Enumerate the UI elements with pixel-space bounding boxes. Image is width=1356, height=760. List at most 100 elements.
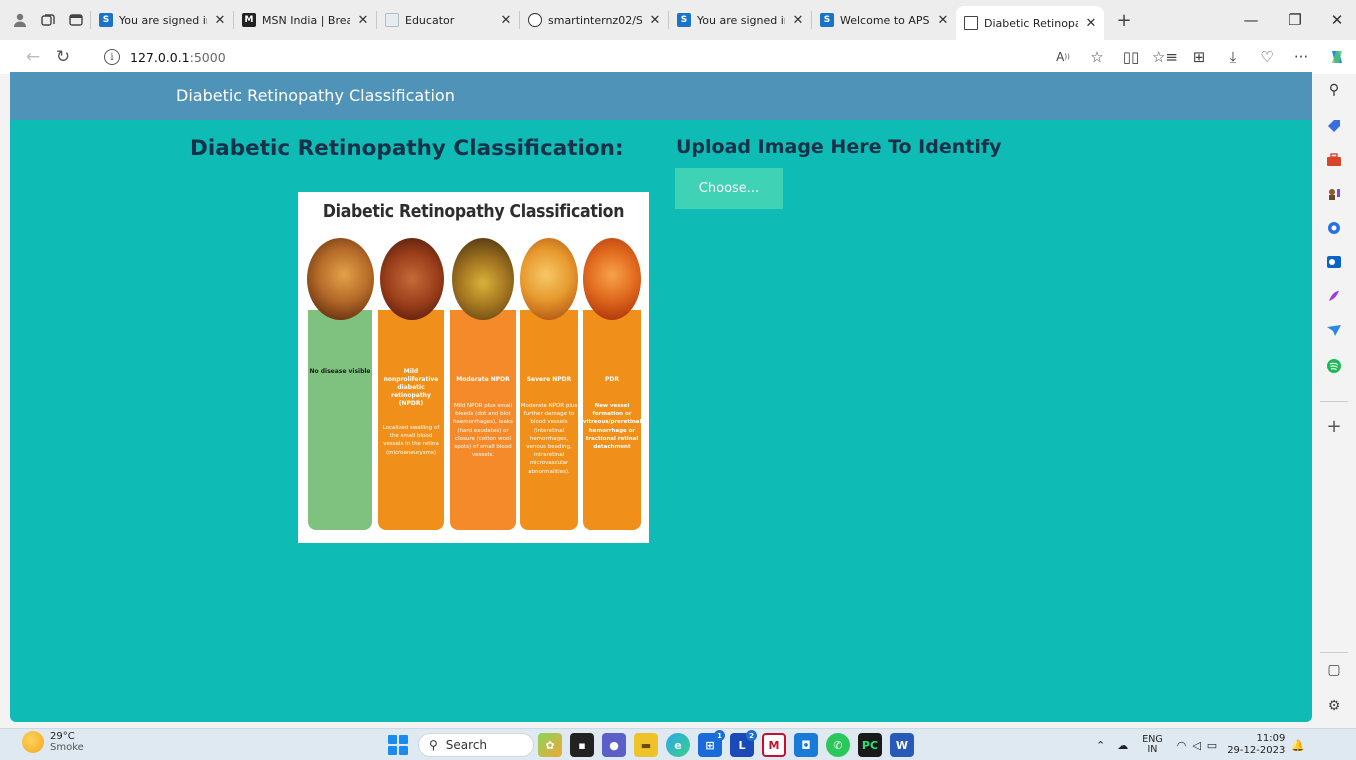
close-tab-icon[interactable]: ✕ [499, 13, 513, 28]
teams-chat-icon[interactable]: ● [602, 733, 626, 757]
pycharm-icon[interactable]: PC [858, 733, 882, 757]
outlook-icon[interactable] [1322, 250, 1346, 274]
close-tab-icon[interactable]: ✕ [791, 13, 805, 28]
fundus-image-pdr [583, 238, 641, 320]
tab-favicon: M [242, 13, 256, 27]
widgets-icon[interactable]: ✿ [538, 733, 562, 757]
url-host: 127.0.0.1 [130, 49, 190, 65]
search-label: Search [445, 738, 488, 752]
profile-icon[interactable] [6, 0, 34, 40]
clock-date: 29-12-2023 [1227, 745, 1286, 756]
tab-msn[interactable]: M MSN India | Breakin ✕ [234, 0, 376, 40]
mcafee-icon[interactable]: M [762, 733, 786, 757]
split-screen-icon[interactable]: ▯▯ [1114, 40, 1148, 74]
show-hidden-icons-icon[interactable]: ⌃ [1096, 739, 1105, 752]
stage-label: Severe NPDR [526, 376, 572, 383]
word-icon[interactable]: W [890, 733, 914, 757]
store-icon[interactable]: ⊞ 1 [698, 730, 725, 757]
browser-tab-strip: S You are signed in as ✕ M MSN India | B… [0, 0, 1356, 40]
language-indicator[interactable]: ENG IN [1142, 735, 1162, 755]
close-window-icon[interactable]: ✕ [1318, 0, 1356, 40]
tab-educator[interactable]: Educator ✕ [377, 0, 519, 40]
file-explorer-icon[interactable]: ▬ [634, 733, 658, 757]
volume-icon[interactable]: ◁ [1192, 739, 1200, 752]
region-code: IN [1147, 744, 1158, 755]
whatsapp-icon[interactable]: ✆ [826, 733, 850, 757]
close-tab-icon[interactable]: ✕ [356, 13, 370, 28]
more-options-icon[interactable]: ··· [1284, 40, 1318, 74]
navbar-brand[interactable]: Diabetic Retinopathy Classification [176, 86, 455, 105]
designer-icon[interactable] [1322, 284, 1346, 308]
close-tab-icon[interactable]: ✕ [1084, 16, 1098, 31]
stage-description: Localized swelling of the small blood ve… [382, 425, 440, 456]
windows-start-icon[interactable] [388, 735, 408, 755]
sidebar-divider [1320, 401, 1348, 402]
weather-text: 29°C Smoke [50, 731, 84, 753]
url-field[interactable]: i 127.0.0.1:5000 [92, 43, 1012, 71]
linkedin-learning-icon[interactable]: L2 [730, 730, 757, 757]
tab-signed-in-1[interactable]: S You are signed in as ✕ [91, 0, 233, 40]
weather-widget[interactable]: 29°C Smoke [22, 731, 84, 753]
choose-file-button[interactable]: Choose... [675, 168, 783, 209]
toolbar-right: A)) ☆ ▯▯ ☆≡ ⊞ ⤓ ♡ ··· [1046, 40, 1356, 74]
read-aloud-icon[interactable]: A)) [1046, 40, 1080, 74]
close-tab-icon[interactable]: ✕ [648, 13, 662, 28]
new-tab-icon[interactable]: + [1110, 0, 1138, 40]
tab-diabetic-retinopathy[interactable]: Diabetic Retinopath ✕ [956, 6, 1104, 40]
battery-icon[interactable]: ▭ [1207, 739, 1217, 752]
wifi-icon[interactable]: ◠ [1177, 739, 1187, 752]
close-tab-icon[interactable]: ✕ [936, 13, 950, 28]
taskbar-search[interactable]: ⚲ Search [418, 733, 534, 757]
stage-label: Moderate NPDR [456, 376, 510, 383]
windows-taskbar: 29°C Smoke ⚲ Search ✿ ▪ ● ▬ e ⊞ 1 L2 M ◘ … [0, 728, 1356, 760]
edge-icon[interactable]: e [666, 733, 690, 757]
edge-sidebar: ⚲ + ▢ ⚙ [1314, 74, 1356, 726]
workspaces-icon[interactable] [34, 0, 62, 40]
tools-briefcase-icon[interactable] [1322, 148, 1346, 172]
app-navbar: Diabetic Retinopathy Classification [10, 72, 1312, 120]
downloads-icon[interactable]: ⤓ [1216, 40, 1250, 74]
browser-essentials-icon[interactable]: ♡ [1250, 40, 1284, 74]
hide-sidebar-icon[interactable]: ▢ [1322, 658, 1346, 682]
clock[interactable]: 11:09 29-12-2023 [1227, 733, 1285, 757]
search-icon[interactable]: ⚲ [1322, 78, 1346, 102]
sidebar-settings-gear-icon[interactable]: ⚙ [1322, 694, 1346, 718]
stage-column-no-disease [308, 310, 372, 530]
vpn-app-icon[interactable]: ◘ [794, 733, 818, 757]
refresh-icon[interactable]: ↻ [48, 42, 78, 72]
site-info-icon[interactable]: i [104, 49, 120, 65]
system-tray: ⌃ ☁ ENG IN ◠ ◁ ▭ 11:09 29-12-2023 🔔 [1096, 729, 1305, 760]
tab-apsit[interactable]: S Welcome to APSIT ✕ [812, 0, 956, 40]
stage-description: Moderate NPDR plus further damage to blo… [520, 403, 578, 475]
spotify-icon[interactable] [1322, 354, 1346, 378]
stage-description: New vessel formation or vitreous/prereti… [583, 403, 642, 451]
web-page: Diabetic Retinopathy Classification Diab… [10, 72, 1312, 722]
tab-actions-icon[interactable] [62, 0, 90, 40]
tab-favicon [385, 13, 399, 27]
add-sidebar-app-icon[interactable]: + [1322, 414, 1346, 438]
back-icon[interactable]: ← [18, 42, 48, 72]
microsoft-365-icon[interactable] [1322, 216, 1346, 240]
favorite-star-icon[interactable]: ☆ [1080, 40, 1114, 74]
task-view-icon[interactable]: ▪ [570, 733, 594, 757]
drop-icon[interactable] [1322, 318, 1346, 342]
retinopathy-infographic: Diabetic Retinopathy Classification No d… [298, 192, 649, 543]
favorites-icon[interactable]: ☆≡ [1148, 40, 1182, 74]
stage-column-mild-npdr [378, 310, 444, 530]
tab-github[interactable]: smartinternz02/SI-G ✕ [520, 0, 668, 40]
weather-condition: Smoke [50, 742, 84, 753]
shopping-tag-icon[interactable] [1322, 114, 1346, 138]
copilot-icon[interactable] [1318, 40, 1356, 74]
fundus-image-moderate-npdr [452, 238, 514, 320]
onedrive-cloud-icon[interactable]: ☁ [1117, 739, 1128, 752]
close-tab-icon[interactable]: ✕ [213, 13, 227, 28]
games-icon[interactable] [1322, 182, 1346, 206]
notification-bell-icon[interactable]: 🔔 [1291, 739, 1305, 752]
tab-signed-in-2[interactable]: S You are signed in as ✕ [669, 0, 811, 40]
restore-icon[interactable]: ❐ [1276, 0, 1314, 40]
minimize-icon[interactable]: — [1232, 0, 1270, 40]
stage-label: PDR [605, 376, 619, 383]
stage-label: Mild nonproliferative diabetic retinopat… [383, 368, 439, 407]
collections-icon[interactable]: ⊞ [1182, 40, 1216, 74]
url-text: 127.0.0.1:5000 [130, 50, 226, 65]
